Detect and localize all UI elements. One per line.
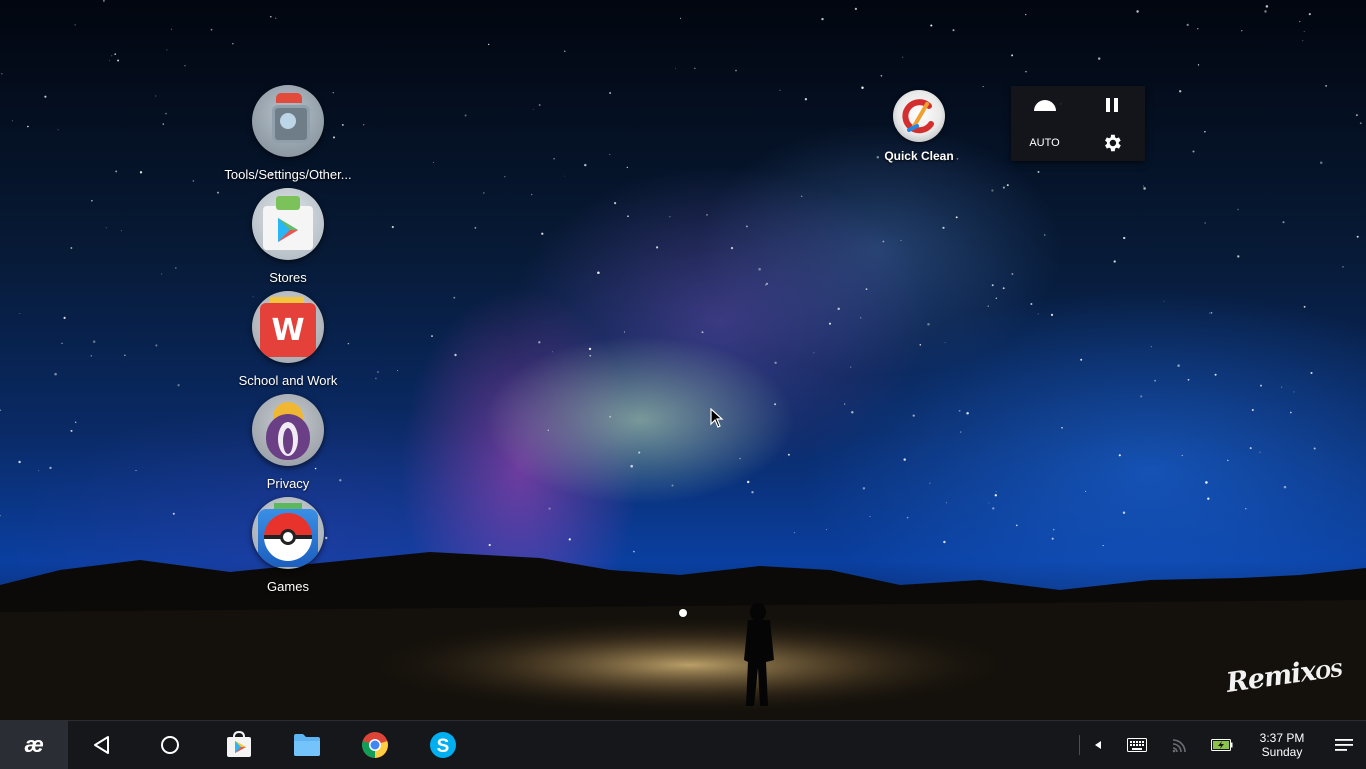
taskbar-app-skype[interactable]: S [419,721,467,769]
half-circle-button[interactable] [1011,86,1078,123]
battery-charging-icon [1211,739,1233,751]
desktop-folder-games[interactable]: Games [218,497,358,594]
notification-menu-icon [1335,739,1353,751]
pause-button[interactable] [1078,86,1145,123]
remix-start-icon: æ [24,732,44,757]
tools-folder-icon [252,85,324,157]
clock-time: 3:37 PM [1259,731,1305,745]
wallpaper-landscape [0,552,1366,720]
back-button[interactable] [78,721,126,769]
skype-icon: S [430,732,456,758]
play-store-bag-icon [227,731,251,757]
desktop-icon-label: Tools/Settings/Other... [224,167,352,182]
taskbar-app-file-manager[interactable] [283,721,331,769]
battery-status[interactable] [1198,721,1246,769]
desktop-icon-label: Stores [269,270,307,285]
chrome-icon [362,732,388,758]
settings-button[interactable] [1078,124,1145,161]
privacy-folder-icon [252,394,324,466]
wallpaper-control-panel: AUTO [1011,86,1145,161]
quick-clean-label: Quick Clean [884,149,954,163]
start-menu-button[interactable]: æ [0,721,68,769]
half-circle-icon [1033,99,1056,111]
home-circle-icon [161,736,179,754]
desktop-icon-label: Games [267,579,309,594]
cast-button[interactable] [1156,721,1204,769]
desktop-icon-label: School and Work [238,373,338,388]
auto-mode-button[interactable]: AUTO [1011,124,1078,161]
clock-day: Sunday [1261,745,1303,759]
mouse-cursor-icon [710,408,724,428]
play-store-icon [278,218,298,242]
svg-text:S: S [437,736,450,757]
back-triangle-icon [94,736,109,754]
wps-office-icon: W [271,313,305,348]
folder-icon [294,734,320,756]
taskbar-app-play-store[interactable] [215,721,263,769]
desktop-folder-stores[interactable]: Stores [218,188,358,285]
stores-folder-icon [252,188,324,260]
desktop-folder-tools-settings[interactable]: Tools/Settings/Other... [218,85,358,182]
pause-icon [1105,97,1118,112]
ccleaner-icon [893,90,945,142]
gear-icon [1104,134,1121,151]
desktop-icon-label: Privacy [266,476,310,491]
caret-left-icon [1095,741,1101,749]
home-button[interactable] [146,721,194,769]
desktop-folder-privacy[interactable]: Privacy [218,394,358,491]
notification-center-button[interactable] [1320,721,1366,769]
school-work-folder-icon: W [252,291,324,363]
keyboard-button[interactable] [1113,721,1161,769]
desktop-folder-school-work[interactable]: W School and Work [218,291,358,388]
system-clock[interactable]: 3:37 PM Sunday [1250,731,1314,759]
logo-suffix: OS [1314,659,1344,685]
taskbar: æ S 3:37 PM Sunday [0,720,1366,769]
quick-clean-widget[interactable]: Quick Clean [882,90,956,163]
taskbar-app-chrome[interactable] [351,721,399,769]
games-folder-icon [252,497,324,569]
keyboard-icon [1127,738,1147,752]
cast-signal-icon [1172,739,1186,753]
